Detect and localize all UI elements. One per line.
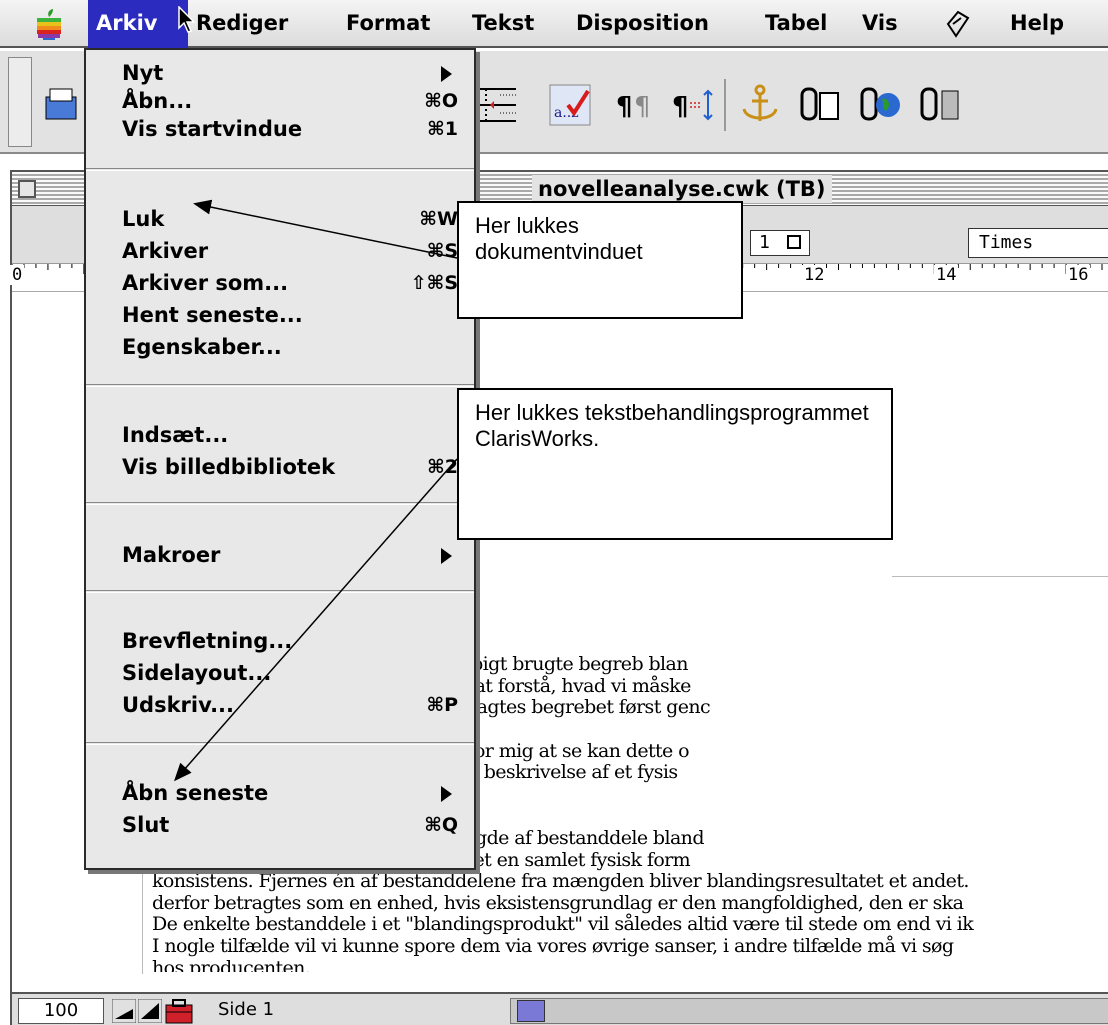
url-link-icon[interactable] — [858, 83, 902, 127]
callout-close-window: Her lukkes dokumentvinduet — [457, 201, 743, 319]
columns-field[interactable]: 1 — [750, 230, 810, 256]
menu-item-shortcut: ⌘W — [419, 208, 458, 230]
menu-tabel[interactable]: Tabel — [765, 0, 827, 48]
menu-item-vis-billedbibliotek[interactable]: Vis billedbibliotek ⌘2 — [86, 450, 474, 484]
document-line: konsistens. Fjernes én af bestanddelene … — [152, 870, 969, 893]
text-align-icon[interactable] — [476, 83, 520, 127]
zoom-field[interactable]: 100 — [18, 998, 104, 1024]
toolbox-icon[interactable] — [164, 997, 194, 1025]
menu-item-vis-startvindue[interactable]: Vis startvindue ⌘1 — [86, 112, 474, 146]
columns-value: 1 — [759, 232, 770, 253]
ruler-number: 14 — [934, 265, 959, 285]
document-line: hos producenten. — [152, 956, 311, 972]
arkiv-menu: Nyt Åbn... ⌘O Vis startvindue ⌘1 Luk ⌘W Arkiver… — [84, 48, 476, 870]
menu-item-label: Indsæt... — [122, 423, 229, 447]
submenu-arrow-icon — [441, 786, 452, 802]
apple-icon[interactable] — [34, 8, 64, 40]
spellcheck-icon[interactable]: a..z — [548, 83, 592, 127]
link-icon[interactable] — [798, 83, 842, 127]
window-status-bar: 100 Side 1 — [12, 992, 1108, 1025]
submenu-arrow-icon — [441, 66, 452, 82]
menu-item-label: Arkiver — [122, 239, 209, 263]
show-invisibles-icon[interactable]: ¶ ¶ — [612, 83, 656, 127]
anchor-icon[interactable] — [738, 83, 782, 127]
window-title: novelleanalyse.cwk (TB) — [532, 175, 832, 203]
menu-item-slut[interactable]: Slut ⌘Q — [86, 808, 474, 842]
menu-separator — [86, 742, 474, 745]
submenu-arrow-icon — [441, 548, 452, 564]
menu-item-shortcut: ⌘2 — [427, 456, 458, 478]
menu-item-indsæt[interactable]: Indsæt... — [86, 418, 474, 452]
menu-item-hent-seneste[interactable]: Hent seneste... — [86, 298, 474, 332]
menu-format[interactable]: Format — [346, 0, 430, 48]
scrollbar-thumb[interactable] — [517, 1000, 545, 1022]
paragraph-spacing-icon[interactable]: ¶ — [670, 83, 714, 127]
horizontal-scrollbar[interactable] — [510, 998, 1108, 1024]
menu-item-label: Luk — [122, 207, 165, 231]
script-menu-icon[interactable] — [942, 8, 972, 40]
toolbar-divider — [724, 79, 726, 131]
menu-item-label: Egenskaber... — [122, 335, 282, 359]
toolbar-collapse-tab[interactable] — [8, 57, 32, 147]
menu-rediger[interactable]: Rediger — [196, 0, 288, 48]
page-indicator: Side 1 — [218, 999, 275, 1020]
menu-item-shortcut: ⌘S — [426, 240, 458, 262]
menu-item-label: Arkiver som... — [122, 271, 289, 295]
zoom-in-icon[interactable] — [138, 999, 162, 1023]
menu-item-shortcut: ⌘1 — [427, 118, 458, 140]
svg-text:¶: ¶ — [672, 92, 689, 122]
menu-vis[interactable]: Vis — [862, 0, 898, 48]
menu-tekst[interactable]: Tekst — [472, 0, 534, 48]
menu-item-label: Hent seneste... — [122, 303, 303, 327]
document-line: derfor betragtes som en enhed, hvis eksi… — [152, 891, 964, 914]
menu-item-label: Åbn seneste — [122, 781, 269, 805]
menu-item-åbn-seneste[interactable]: Åbn seneste — [86, 776, 474, 810]
menu-separator — [86, 502, 474, 505]
menu-item-arkiver[interactable]: Arkiver ⌘S — [86, 234, 474, 268]
menu-item-label: Udskriv... — [122, 693, 235, 717]
menu-item-brevfletning[interactable]: Brevfletning... — [86, 624, 474, 658]
page-margin-line — [892, 576, 1108, 577]
menu-help[interactable]: Help — [1010, 0, 1064, 48]
document-line: I nogle tilfælde vil vi kunne spore dem … — [152, 934, 954, 957]
menu-separator — [86, 168, 474, 171]
close-box[interactable] — [18, 180, 36, 198]
menu-item-label: Slut — [122, 813, 170, 837]
menu-item-label: Vis startvindue — [122, 117, 303, 141]
menu-item-label: Makroer — [122, 543, 221, 567]
ruler-number: 12 — [802, 265, 827, 285]
menu-item-shortcut: ⌘P — [426, 694, 458, 716]
mouse-pointer-icon — [178, 6, 196, 33]
menu-item-label: Brevfletning... — [122, 629, 293, 653]
columns-icon — [786, 235, 801, 249]
document-line: De enkelte bestanddele i et "blandingspr… — [152, 913, 974, 936]
menu-item-label: Vis billedbibliotek — [122, 455, 336, 479]
menu-item-label: Sidelayout... — [122, 661, 272, 685]
menu-separator — [86, 590, 474, 593]
menu-item-makroer[interactable]: Makroer — [86, 538, 474, 572]
menubar: Arkiv Rediger Format Tekst Disposition T… — [0, 0, 1108, 48]
font-popup[interactable]: Times — [968, 228, 1108, 258]
callout-quit-app: Her lukkes tekstbehandlingsprogrammet Cl… — [457, 388, 893, 540]
menu-item-luk[interactable]: Luk ⌘W — [86, 202, 474, 236]
ruler-number: 16 — [1066, 265, 1091, 285]
menu-disposition[interactable]: Disposition — [576, 0, 709, 48]
new-document-icon[interactable] — [40, 83, 84, 127]
svg-text:¶: ¶ — [616, 92, 633, 122]
ruler-number: 0 — [10, 265, 25, 285]
menu-item-shortcut: ⌘Q — [424, 814, 458, 836]
book-link-icon[interactable] — [918, 83, 962, 127]
menu-item-udskriv[interactable]: Udskriv... ⌘P — [86, 688, 474, 722]
zoom-out-icon[interactable] — [112, 999, 136, 1023]
menu-item-shortcut: ⇧⌘S — [410, 272, 458, 294]
svg-text:¶: ¶ — [634, 92, 651, 122]
menu-item-arkiver-som[interactable]: Arkiver som... ⇧⌘S — [86, 266, 474, 300]
menu-item-egenskaber[interactable]: Egenskaber... — [86, 330, 474, 364]
menu-separator — [86, 384, 474, 387]
menu-arkiv[interactable]: Arkiv — [88, 0, 188, 48]
menu-item-sidelayout[interactable]: Sidelayout... — [86, 656, 474, 690]
